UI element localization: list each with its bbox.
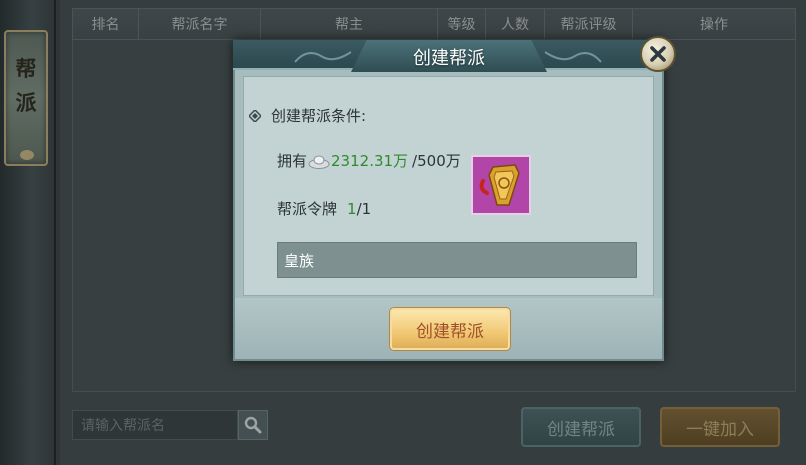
- required-silver-value: /500万: [412, 152, 461, 170]
- dialog-title: 创建帮派: [413, 48, 485, 69]
- guild-name-input[interactable]: 皇族: [277, 242, 637, 278]
- token-have: 1: [347, 199, 357, 218]
- own-silver-value: 2312.31万: [331, 152, 409, 170]
- diamond-bullet-icon: [249, 109, 261, 122]
- create-guild-dialog: 创建帮派 创建帮派条件: 拥有 2312.31万 /500万 帮派令牌 1/1: [233, 36, 676, 361]
- token-requirement-row: 帮派令牌 1/1: [277, 198, 371, 219]
- cloud-ornament-right-icon: [544, 51, 602, 63]
- conditions-label: 创建帮派条件:: [271, 107, 367, 125]
- token-label: 帮派令牌: [277, 200, 338, 218]
- cloud-ornament-left-icon: [294, 51, 352, 63]
- close-icon: [650, 46, 666, 62]
- token-required: /1: [356, 199, 372, 218]
- silver-requirement-row: 拥有 2312.31万 /500万: [277, 150, 461, 171]
- guild-token-icon: [479, 164, 520, 206]
- guild-token-slot[interactable]: [471, 155, 531, 215]
- own-label: 拥有: [277, 152, 308, 170]
- token-count: 1/1: [347, 200, 371, 218]
- conditions-header: 创建帮派条件:: [249, 105, 366, 126]
- create-guild-button[interactable]: 创建帮派: [390, 308, 510, 350]
- close-button[interactable]: [640, 36, 676, 72]
- silver-ingot-icon: [308, 155, 330, 169]
